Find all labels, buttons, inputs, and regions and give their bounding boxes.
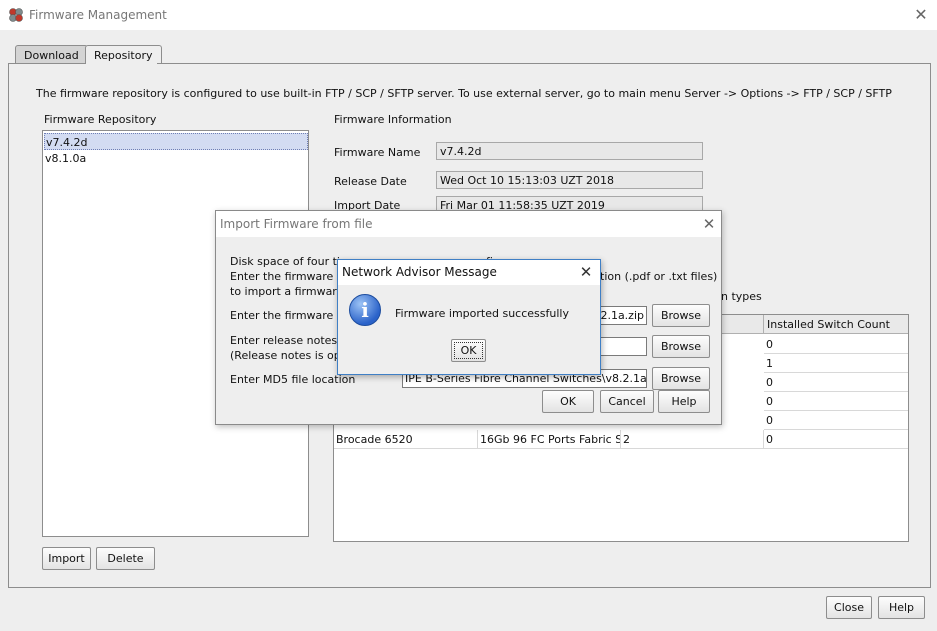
dialog-instruction-tail: tion (.pdf or .txt files) bbox=[600, 270, 718, 283]
window-title: Firmware Management bbox=[29, 8, 167, 22]
list-item-v742d[interactable]: v7.4.2d bbox=[44, 133, 308, 150]
import-button[interactable]: Import bbox=[42, 547, 91, 570]
table-header-installed[interactable]: Installed Switch Count bbox=[764, 315, 908, 334]
message-text: Firmware imported successfully bbox=[395, 307, 569, 320]
table-cell-model: Brocade 6520 bbox=[334, 430, 478, 449]
firmware-name-label: Firmware Name bbox=[334, 146, 421, 159]
dialog-help-button[interactable]: Help bbox=[658, 390, 710, 413]
close-button[interactable]: Close bbox=[826, 596, 872, 619]
network-advisor-message-box: Network Advisor Message ✕ i Firmware imp… bbox=[337, 259, 601, 375]
table-cell-installed: 0 bbox=[764, 335, 908, 354]
message-close-icon[interactable]: ✕ bbox=[575, 261, 597, 283]
table-cell-installed: 0 bbox=[764, 373, 908, 392]
dialog-title: Import Firmware from file bbox=[220, 217, 373, 231]
firmware-app-icon bbox=[9, 8, 23, 22]
firmware-name-field: v7.4.2d bbox=[436, 142, 703, 160]
release-date-label: Release Date bbox=[334, 175, 407, 188]
delete-button[interactable]: Delete bbox=[96, 547, 155, 570]
table-cell-installed: 0 bbox=[764, 411, 908, 430]
browse-firmware-button[interactable]: Browse bbox=[652, 304, 710, 327]
table-cell-count: 2 bbox=[621, 430, 764, 449]
message-title: Network Advisor Message bbox=[342, 265, 497, 279]
help-button[interactable]: Help bbox=[878, 596, 925, 619]
table-cell-installed: 1 bbox=[764, 354, 908, 373]
repository-list-label: Firmware Repository bbox=[44, 113, 157, 126]
table-cell-installed: 0 bbox=[764, 392, 908, 411]
browse-md5-button[interactable]: Browse bbox=[652, 367, 710, 390]
firmware-info-label: Firmware Information bbox=[334, 113, 452, 126]
release-date-field: Wed Oct 10 15:13:03 UZT 2018 bbox=[436, 171, 703, 189]
browse-release-notes-button[interactable]: Browse bbox=[652, 335, 710, 358]
repository-info-text: The firmware repository is configured to… bbox=[36, 87, 892, 100]
active-tab-joint bbox=[86, 63, 157, 65]
switch-types-label: n types bbox=[721, 290, 762, 303]
firmware-location-label: Enter the firmware loc bbox=[230, 309, 353, 322]
tab-repository[interactable]: Repository bbox=[85, 45, 162, 65]
table-cell-description: 16Gb 96 FC Ports Fabric S... bbox=[478, 430, 621, 449]
close-icon[interactable]: ✕ bbox=[908, 3, 934, 27]
tab-download[interactable]: Download bbox=[15, 45, 88, 64]
dialog-cancel-button[interactable]: Cancel bbox=[600, 390, 654, 413]
dialog-close-icon[interactable]: ✕ bbox=[698, 213, 720, 235]
dialog-ok-button[interactable]: OK bbox=[542, 390, 594, 413]
message-ok-button[interactable]: OK bbox=[451, 339, 486, 362]
dialog-instruction-text: Enter the firmware loc bbox=[230, 270, 353, 283]
list-item-v810a[interactable]: v8.1.0a bbox=[44, 150, 308, 167]
information-icon: i bbox=[349, 294, 381, 326]
table-cell-installed: 0 bbox=[764, 430, 908, 449]
